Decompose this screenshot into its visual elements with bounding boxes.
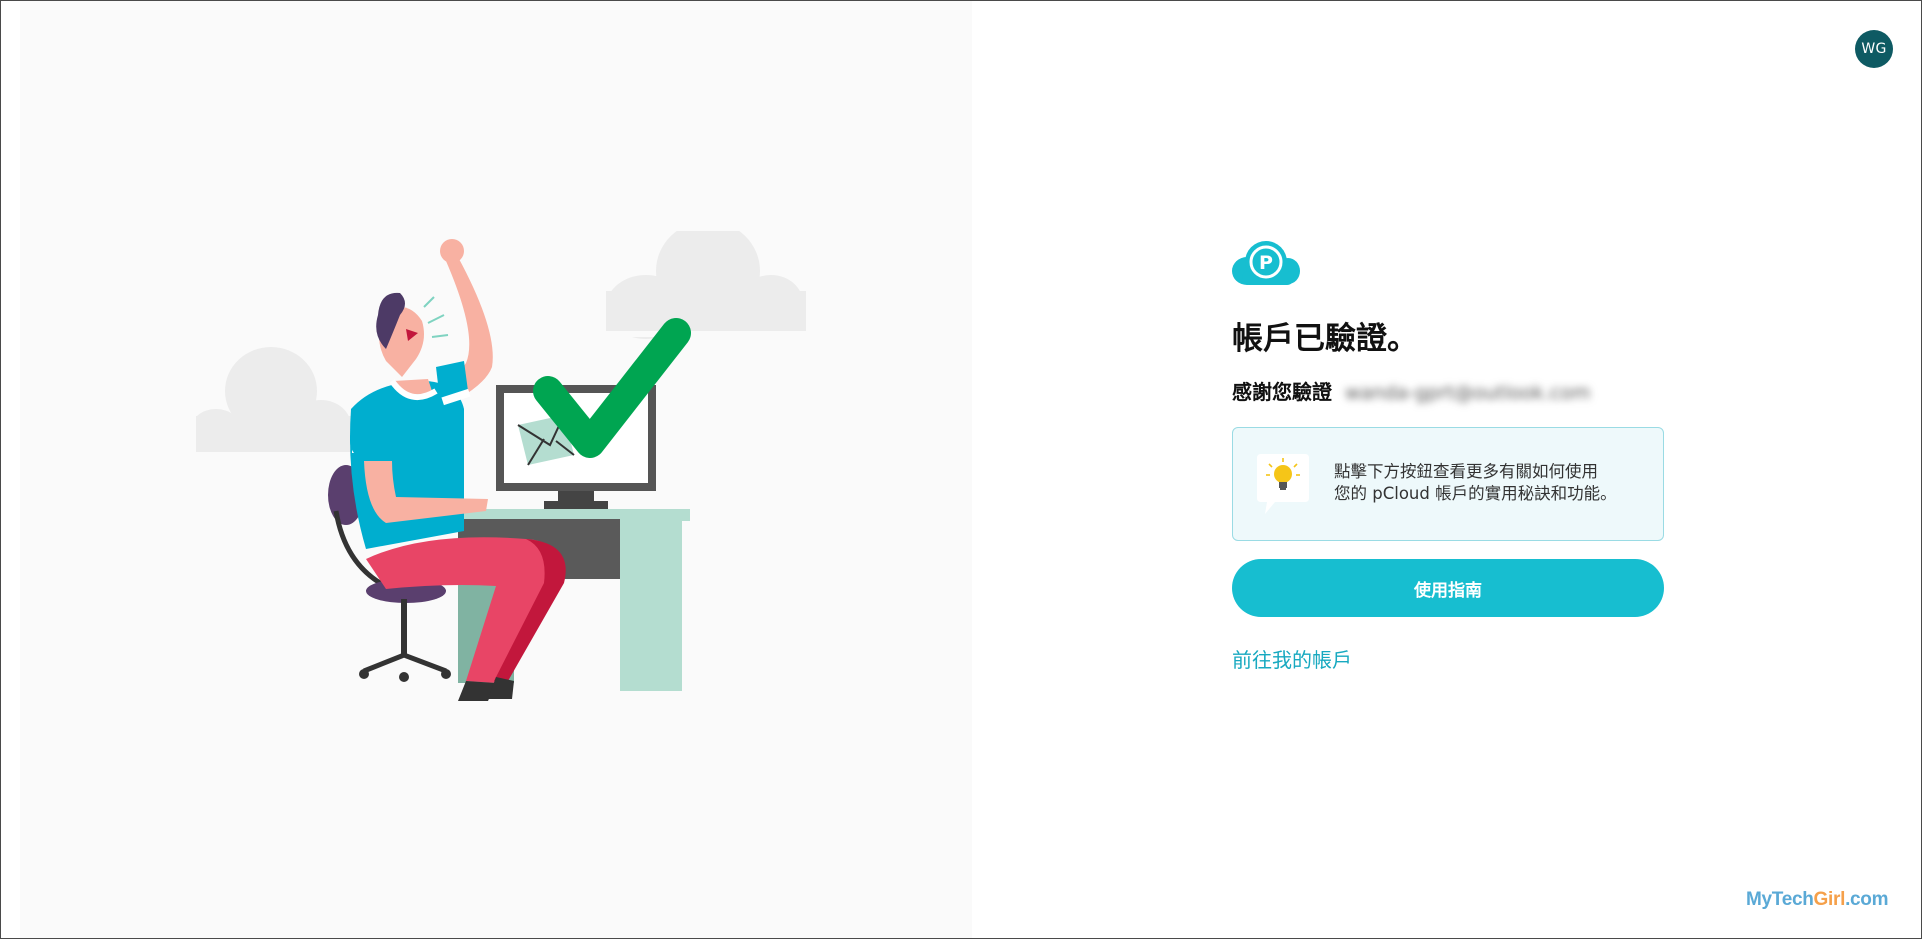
tip-line-1: 點擊下方按鈕查看更多有關如何使用	[1334, 462, 1598, 481]
watermark-logo: MyTechGirl.com	[1746, 889, 1889, 911]
verification-message: 感謝您驗證 wanda-gprt@outlook.com	[1232, 378, 1664, 407]
page: WG P 帳戶已驗證。 感謝您驗證 wanda-gprt@outlook.com	[0, 0, 1922, 939]
verification-content: P 帳戶已驗證。 感謝您驗證 wanda-gprt@outlook.com 點擊…	[1232, 241, 1664, 673]
pcloud-logo-icon: P	[1232, 241, 1300, 285]
verified-illustration	[196, 231, 816, 701]
page-title: 帳戶已驗證。	[1232, 321, 1418, 357]
illustration-panel	[20, 1, 972, 938]
verification-message-prefix: 感謝您驗證	[1232, 380, 1332, 404]
lightbulb-icon	[1257, 454, 1309, 514]
tip-line-2: 您的 pCloud 帳戶的實用秘訣和功能。	[1334, 484, 1617, 503]
go-to-account-link[interactable]: 前往我的帳戶	[1232, 644, 1352, 673]
watermark-part-1: MyTech	[1746, 889, 1814, 910]
svg-text:P: P	[1259, 252, 1273, 274]
watermark-part-3: .com	[1845, 889, 1889, 910]
watermark-part-2: Girl	[1813, 889, 1846, 910]
user-guide-button[interactable]: 使用指南	[1232, 559, 1664, 617]
tip-text: 點擊下方按鈕查看更多有關如何使用 您的 pCloud 帳戶的實用秘訣和功能。	[1334, 461, 1644, 505]
user-avatar[interactable]: WG	[1855, 30, 1893, 68]
tip-box: 點擊下方按鈕查看更多有關如何使用 您的 pCloud 帳戶的實用秘訣和功能。	[1232, 427, 1664, 541]
verified-email: wanda-gprt@outlook.com	[1344, 382, 1591, 404]
